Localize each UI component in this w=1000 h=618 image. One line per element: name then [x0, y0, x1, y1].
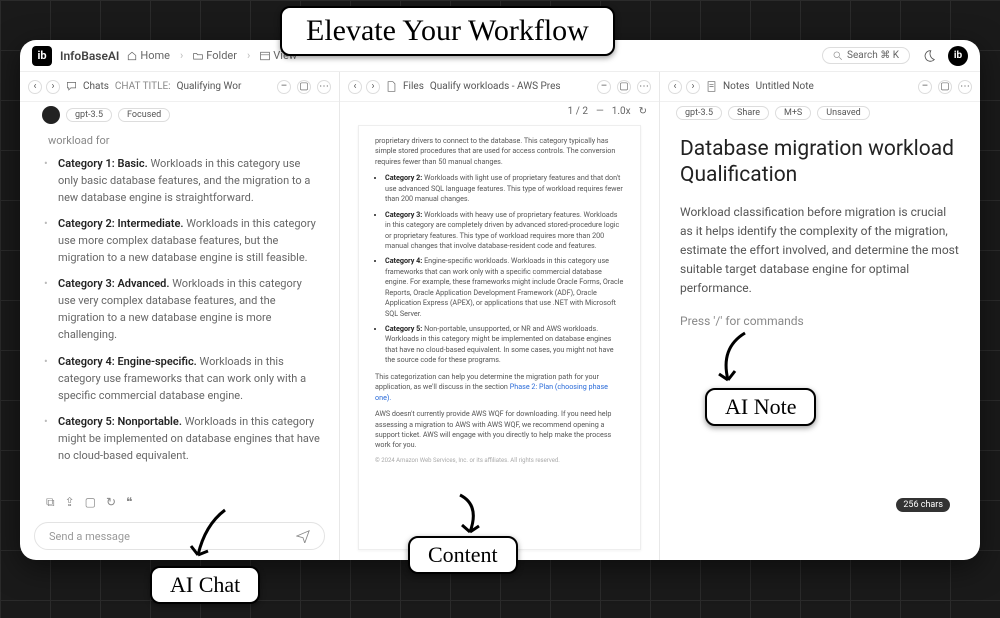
file-panel: ‹ › Files Qualify workloads - AWS Pres –…: [340, 72, 660, 560]
file-panel-head: ‹ › Files Qualify workloads - AWS Pres –…: [340, 72, 659, 102]
file-tab-label: Files: [403, 81, 424, 92]
doc-para: AWS doesn't currently provide AWS WQF fo…: [375, 409, 624, 451]
chat-panel: ‹ › Chats CHAT TITLE: Qualifying Wor – ▢…: [20, 72, 340, 560]
arrow-icon: [180, 505, 240, 565]
chat-icon: [66, 81, 77, 92]
breadcrumb-folder[interactable]: Folder: [193, 49, 237, 62]
share-chip[interactable]: Share: [728, 106, 769, 120]
model-chip[interactable]: gpt-3.5: [676, 106, 722, 120]
quote-icon[interactable]: ❝: [126, 495, 132, 510]
list-item: Category 3: Advanced. Workloads in this …: [48, 275, 321, 343]
send-icon[interactable]: [296, 529, 310, 543]
refresh-icon[interactable]: ↻: [639, 106, 647, 117]
brand-logo[interactable]: ib: [32, 46, 52, 66]
doc-intro: proprietary drivers to connect to the da…: [375, 136, 624, 167]
annotation-content: Content: [408, 536, 518, 574]
list-item: Category 5: Nonportable. Workloads in th…: [48, 413, 321, 464]
search-input[interactable]: Search ⌘ K: [822, 47, 910, 64]
copy-icon[interactable]: ⧉: [46, 495, 55, 510]
panel-menu-icon[interactable]: ⋯: [317, 80, 331, 94]
mode-chip[interactable]: Focused: [118, 108, 170, 122]
doc-para: This categorization can help you determi…: [375, 372, 624, 403]
annotation-chat: AI Chat: [150, 566, 260, 604]
list-item: Category 3: Workloads with heavy use of …: [385, 210, 624, 252]
chat-title-prefix: CHAT TITLE:: [115, 81, 171, 92]
note-command-hint: Press '/' for commands: [680, 314, 960, 328]
image-icon[interactable]: ▢: [85, 495, 96, 510]
note-tab-label: Notes: [723, 81, 750, 92]
brand-name: InfoBaseAI: [60, 49, 119, 63]
nav-fwd-icon[interactable]: ›: [366, 80, 380, 94]
layout-icon: [260, 51, 270, 61]
list-item: Category 5: Non-portable, unsupported, o…: [385, 324, 624, 366]
note-paragraph: Workload classification before migration…: [680, 203, 960, 299]
arrow-icon: [450, 490, 500, 540]
panels: ‹ › Chats CHAT TITLE: Qualifying Wor – ▢…: [20, 72, 980, 560]
moon-icon: [922, 49, 936, 63]
chat-tab-label: Chats: [83, 81, 109, 92]
note-icon: [706, 81, 717, 92]
note-panel: ‹ › Notes Untitled Note – ▢ ⋯ gpt-3.5 Sh…: [660, 72, 980, 560]
share-icon[interactable]: ⇪: [65, 495, 75, 510]
list-item: Category 4: Engine-specific. Workloads i…: [48, 353, 321, 404]
refresh-icon[interactable]: ↻: [106, 495, 116, 510]
file-sub-head: 1 / 2 — 1.0x ↻: [340, 102, 659, 121]
panel-max-icon[interactable]: ▢: [938, 80, 952, 94]
page-indicator: 1 / 2: [568, 106, 588, 117]
list-item: Category 2: Workloads with light use of …: [385, 173, 624, 204]
app-window: ib InfoBaseAI Home › Folder › View Searc…: [20, 40, 980, 560]
annotation-hero: Elevate Your Workflow: [280, 6, 615, 56]
panel-menu-icon[interactable]: ⋯: [637, 80, 651, 94]
file-icon: [386, 81, 397, 92]
note-name: Untitled Note: [756, 81, 814, 92]
char-count-badge: 256 chars: [896, 498, 950, 512]
arrow-icon: [700, 328, 760, 388]
note-panel-head: ‹ › Notes Untitled Note – ▢ ⋯: [660, 72, 980, 102]
chat-title: Qualifying Wor: [177, 81, 242, 92]
list-item: Category 2: Intermediate. Workloads in t…: [48, 215, 321, 266]
list-item: Category 1: Basic. Workloads in this cat…: [48, 155, 321, 206]
chat-body: workload for Category 1: Basic. Workload…: [20, 128, 339, 491]
panel-min-icon[interactable]: –: [918, 80, 932, 94]
search-icon: [833, 51, 843, 61]
ms-chip[interactable]: M+S: [775, 106, 811, 120]
chat-lead: workload for: [48, 132, 321, 149]
nav-back-icon[interactable]: ‹: [28, 80, 42, 94]
note-sub-head: gpt-3.5 Share M+S Unsaved: [660, 102, 980, 124]
panel-min-icon[interactable]: –: [597, 80, 611, 94]
assistant-avatar: [42, 106, 60, 124]
file-name: Qualify workloads - AWS Pres: [430, 81, 561, 92]
breadcrumb-sep: ›: [247, 49, 250, 62]
note-title: Database migration workload Qualificatio…: [680, 136, 960, 189]
breadcrumb-home[interactable]: Home: [127, 49, 170, 62]
nav-back-icon[interactable]: ‹: [348, 80, 362, 94]
annotation-note: AI Note: [705, 388, 816, 426]
panel-min-icon[interactable]: –: [277, 80, 291, 94]
nav-fwd-icon[interactable]: ›: [686, 80, 700, 94]
panel-max-icon[interactable]: ▢: [617, 80, 631, 94]
chat-list: Category 1: Basic. Workloads in this cat…: [48, 155, 321, 464]
zoom-level: 1.0x: [612, 106, 631, 117]
list-item: Category 4: Engine-specific workloads. W…: [385, 256, 624, 319]
model-chip[interactable]: gpt-3.5: [66, 108, 112, 122]
panel-menu-icon[interactable]: ⋯: [958, 80, 972, 94]
nav-back-icon[interactable]: ‹: [668, 80, 682, 94]
chat-sub-head: gpt-3.5 Focused: [20, 102, 339, 128]
panel-max-icon[interactable]: ▢: [297, 80, 311, 94]
breadcrumb-sep: ›: [180, 49, 183, 62]
avatar[interactable]: ib: [948, 46, 968, 66]
doc-footer: © 2024 Amazon Web Services, Inc. or its …: [375, 457, 624, 466]
document-page: proprietary drivers to connect to the da…: [358, 125, 641, 550]
unsaved-chip: Unsaved: [817, 106, 869, 120]
home-icon: [127, 51, 137, 61]
chat-input-placeholder: Send a message: [49, 530, 130, 543]
nav-fwd-icon[interactable]: ›: [46, 80, 60, 94]
chat-panel-head: ‹ › Chats CHAT TITLE: Qualifying Wor – ▢…: [20, 72, 339, 102]
folder-icon: [193, 51, 203, 61]
theme-toggle[interactable]: [918, 45, 940, 67]
